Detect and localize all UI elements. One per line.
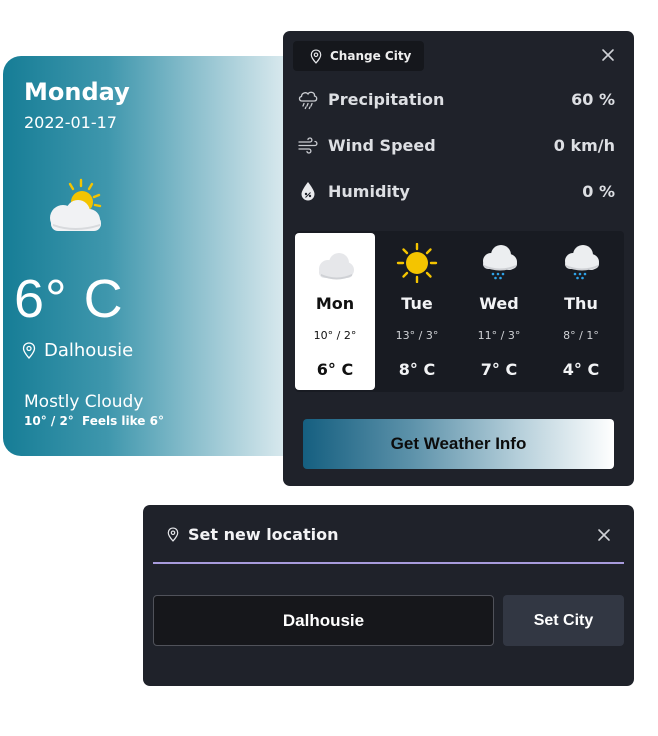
forecast-range: 8° / 1° xyxy=(563,329,599,342)
forecast-temp: 8° C xyxy=(398,360,436,379)
close-icon[interactable] xyxy=(597,528,611,542)
precipitation-value: 60 % xyxy=(571,89,615,109)
forecast-day-thu[interactable]: Thu 8° / 1° 4° C xyxy=(541,233,621,390)
wind-speed-value: 0 km/h xyxy=(553,135,615,155)
forecast-range: 10° / 2° xyxy=(313,329,357,342)
set-city-button[interactable]: Set City xyxy=(503,595,624,646)
current-temperature: 6° C xyxy=(14,269,124,329)
temperature-range-feels: 10° / 2° Feels like 6° xyxy=(24,414,168,428)
get-weather-info-button[interactable]: Get Weather Info xyxy=(303,419,614,469)
rain-cloud-icon xyxy=(298,91,318,110)
city-input[interactable] xyxy=(153,595,494,646)
location-pin-icon xyxy=(22,342,36,359)
sun-icon xyxy=(396,243,438,283)
close-icon[interactable] xyxy=(601,48,615,62)
forecast-day-wed[interactable]: Wed 11° / 3° 7° C xyxy=(459,233,539,390)
forecast-temp: 7° C xyxy=(480,360,518,379)
humidity-value: 0 % xyxy=(582,181,615,201)
set-location-header: Set new location xyxy=(167,525,338,544)
humidity-label: Humidity xyxy=(328,181,410,201)
location-pin-icon xyxy=(167,527,179,542)
forecast-day-tue[interactable]: Tue 13° / 3° 8° C xyxy=(377,233,457,390)
wind-speed-row: Wind Speed 0 km/h xyxy=(297,134,615,156)
weather-description: Mostly Cloudy xyxy=(24,392,144,412)
set-location-title: Set new location xyxy=(188,525,339,544)
divider xyxy=(153,562,624,564)
humidity-drop-icon xyxy=(301,182,315,201)
current-location: Dalhousie xyxy=(22,340,133,361)
forecast-day-name: Tue xyxy=(401,294,433,313)
precipitation-label: Precipitation xyxy=(328,89,445,109)
cloud-icon xyxy=(319,253,354,280)
wind-icon xyxy=(298,137,318,154)
forecast-day-name: Mon xyxy=(315,294,355,313)
wind-speed-label: Wind Speed xyxy=(328,135,436,155)
humidity-row: Humidity 0 % xyxy=(297,180,615,202)
forecast-temp: 4° C xyxy=(562,360,600,379)
partly-cloudy-icon xyxy=(50,178,102,231)
location-pin-icon xyxy=(310,48,322,64)
rain-cloud-icon xyxy=(565,245,599,280)
forecast-strip: Mon 10° / 2° 6° C Tue 13° / 3° 8° C Wed … xyxy=(295,231,624,392)
temperature-range: 10° / 2° xyxy=(24,414,74,428)
forecast-range: 11° / 3° xyxy=(477,329,521,342)
forecast-range: 13° / 3° xyxy=(395,329,439,342)
feels-like: Feels like 6° xyxy=(81,414,164,428)
current-weather-card: Monday 2022-01-17 6° C Dalhousie Mostly … xyxy=(3,56,303,456)
current-date: 2022-01-17 xyxy=(24,113,117,132)
forecast-day-mon[interactable]: Mon 10° / 2° 6° C xyxy=(295,233,375,390)
location-name: Dalhousie xyxy=(44,340,134,361)
weather-details-panel: Change City Precipitation 60 % Wind Spee… xyxy=(283,31,634,486)
forecast-temp: 6° C xyxy=(316,360,354,379)
change-city-label: Change City xyxy=(330,49,412,63)
change-city-button[interactable]: Change City xyxy=(293,41,424,71)
precipitation-row: Precipitation 60 % xyxy=(297,88,615,110)
rain-cloud-icon xyxy=(483,245,517,280)
set-location-panel: Set new location Set City xyxy=(143,505,634,686)
current-day: Monday xyxy=(24,78,130,106)
forecast-day-name: Thu xyxy=(564,294,598,313)
forecast-day-name: Wed xyxy=(479,294,519,313)
